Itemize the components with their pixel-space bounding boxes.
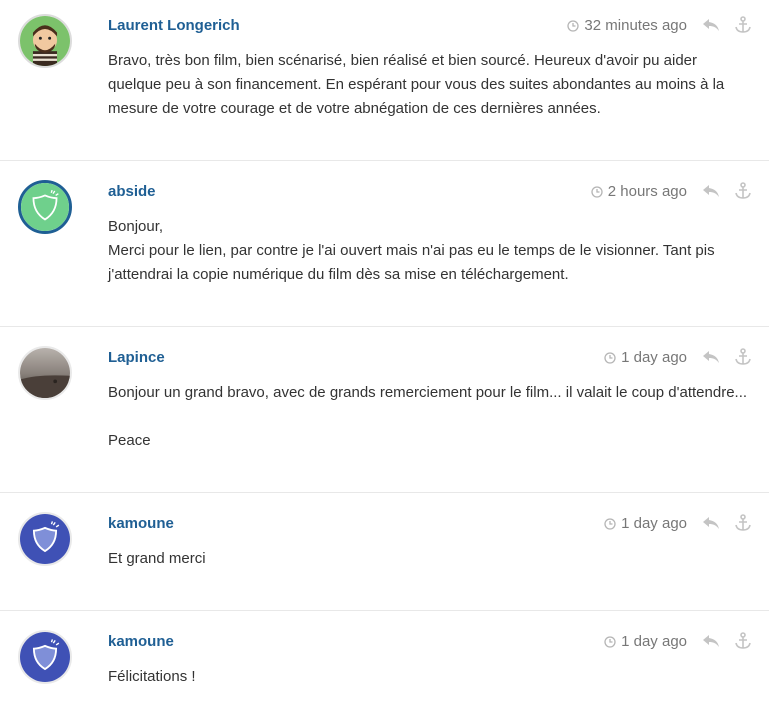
comment-author[interactable]: abside (108, 183, 156, 200)
comment-body: Bravo, très bon film, bien scénarisé, bi… (108, 49, 748, 121)
shield-avatar-blue-icon (20, 632, 70, 682)
comment-text: Bonjour un grand bravo, avec de grands r… (108, 384, 748, 401)
comment-item: Lapince 1 day ago Bonjour un grand bravo… (0, 332, 769, 493)
anchor-icon[interactable] (733, 631, 753, 651)
comment-item: kamoune 1 day ago Et grand merci (0, 498, 769, 611)
anchor-icon[interactable] (733, 15, 753, 35)
comment-item: Laurent Longerich 32 minutes ago Bravo, … (0, 0, 769, 161)
comment-time: 1 day ago (621, 515, 687, 532)
avatar[interactable] (18, 512, 72, 566)
clock-icon (604, 517, 616, 530)
comment-author[interactable]: Laurent Longerich (108, 17, 240, 34)
comment-time: 32 minutes ago (584, 17, 687, 34)
reply-icon[interactable] (701, 15, 721, 35)
reply-icon[interactable] (701, 347, 721, 367)
reply-icon[interactable] (701, 631, 721, 651)
avatar[interactable] (18, 630, 72, 684)
comment-item: kamoune 1 day ago Félicitations ! (0, 616, 769, 725)
comment-body: Félicitations ! (108, 665, 748, 689)
comment-author[interactable]: kamoune (108, 515, 174, 532)
comment-author[interactable]: kamoune (108, 633, 174, 650)
clock-icon (591, 185, 603, 198)
shield-avatar-green-icon (21, 183, 69, 231)
comment-timestamp[interactable]: 32 minutes ago (567, 17, 687, 34)
clock-icon (604, 351, 616, 364)
reply-icon[interactable] (701, 181, 721, 201)
comment-item: abside 2 hours ago Bonjour, Merci pour l… (0, 166, 769, 327)
shield-avatar-blue-icon (20, 514, 70, 564)
comment-time: 1 day ago (621, 349, 687, 366)
comment-text: Merci pour le lien, par contre je l'ai o… (108, 242, 715, 283)
reply-icon[interactable] (701, 513, 721, 533)
comment-body: Et grand merci (108, 547, 748, 571)
comment-timestamp[interactable]: 2 hours ago (591, 183, 687, 200)
avatar[interactable] (18, 14, 72, 68)
comment-body: Bonjour, Merci pour le lien, par contre … (108, 215, 748, 287)
comment-timestamp[interactable]: 1 day ago (604, 633, 687, 650)
comment-timestamp[interactable]: 1 day ago (604, 515, 687, 532)
comment-text: Et grand merci (108, 550, 206, 567)
comment-text: Bonjour, (108, 218, 164, 235)
avatar[interactable] (18, 346, 72, 400)
comment-text: Peace (108, 432, 151, 449)
clock-icon (567, 19, 580, 32)
comment-text: Bravo, très bon film, bien scénarisé, bi… (108, 52, 725, 117)
photo-avatar-icon (20, 348, 70, 398)
avatar[interactable] (18, 180, 72, 234)
comment-body: Bonjour un grand bravo, avec de grands r… (108, 381, 748, 453)
comment-time: 1 day ago (621, 633, 687, 650)
comment-text: Félicitations ! (108, 668, 196, 685)
anchor-icon[interactable] (733, 513, 753, 533)
comment-time: 2 hours ago (607, 183, 687, 200)
comment-timestamp[interactable]: 1 day ago (604, 349, 687, 366)
comment-author[interactable]: Lapince (108, 349, 165, 366)
anchor-icon[interactable] (733, 181, 753, 201)
anchor-icon[interactable] (733, 347, 753, 367)
clock-icon (604, 635, 616, 648)
cartoon-character-avatar-icon (20, 16, 70, 66)
